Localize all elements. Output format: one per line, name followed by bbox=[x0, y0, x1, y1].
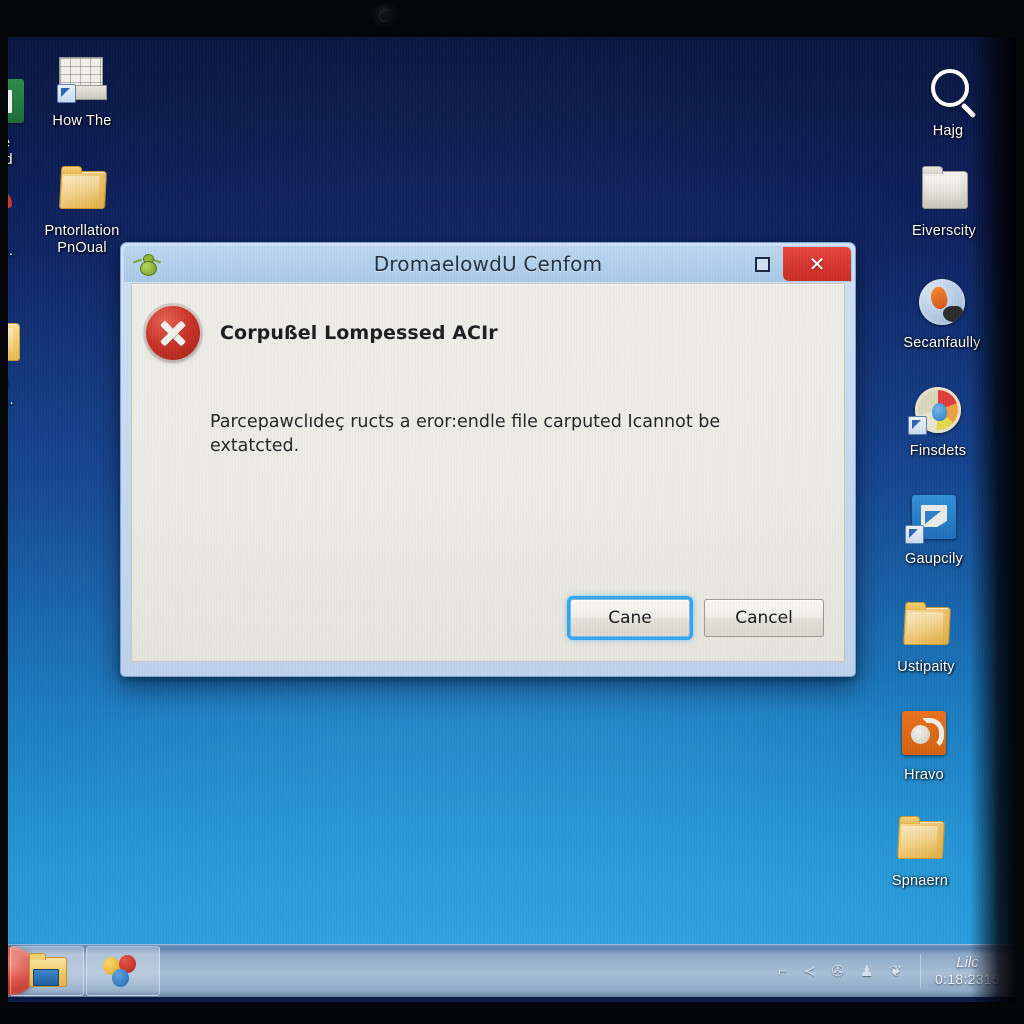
desktop-icon-label: onti iitlo... bbox=[8, 392, 14, 408]
desktop-icon-label: Finsdets bbox=[909, 443, 967, 459]
taskbar-item-balloons[interactable] bbox=[86, 946, 160, 996]
desktop-icon-hravo[interactable]: Hravo bbox=[872, 709, 976, 784]
desktop-icon-label: Gaupcily bbox=[904, 551, 963, 567]
search-icon bbox=[921, 65, 975, 117]
error-message: Parcepawclıdeç ructs a eror:endle file c… bbox=[210, 412, 721, 456]
desktop-icon-finsdets[interactable]: Finsdets bbox=[886, 385, 990, 460]
desktop-icon-hajg[interactable]: Hajg bbox=[896, 65, 1000, 140]
desktop-icon-label: How The bbox=[52, 113, 112, 129]
bottom-bezel bbox=[0, 1002, 1024, 1024]
desktop-icon-secanfaully[interactable]: Secanfaully bbox=[890, 277, 994, 352]
desktop-icon-eiverscity[interactable]: Eiverscity bbox=[892, 165, 996, 240]
desktop-icon-label: Eiverscity bbox=[911, 223, 977, 239]
desktop-icon-label: Hravo bbox=[904, 767, 944, 783]
green-document-icon bbox=[8, 77, 29, 129]
laptop-bezel: he ard Sit... onti iitlo... How The bbox=[0, 0, 1024, 1024]
cane-button[interactable]: Cane bbox=[570, 599, 690, 637]
desktop-icon-label: Spnaern bbox=[891, 873, 949, 889]
webcam-icon bbox=[372, 4, 398, 26]
desktop-icon-label: Pntorllation PnOual bbox=[44, 223, 120, 256]
folder-icon bbox=[899, 601, 953, 653]
folder-icon bbox=[8, 317, 23, 369]
desktop-wallpaper[interactable]: he ard Sit... onti iitlo... How The bbox=[8, 37, 1016, 945]
chevron-up-icon[interactable]: ≺ bbox=[803, 964, 816, 979]
folder-window-icon bbox=[29, 953, 67, 987]
system-tray[interactable]: ⌐ ≺ ✇ ♟ ❦ Lilc 0:18:2315 bbox=[778, 945, 1006, 997]
show-desktop-icon[interactable]: ⌐ bbox=[778, 964, 787, 979]
dialog-titlebar[interactable]: DromaelowdU Cenfom ✕ bbox=[124, 246, 852, 282]
network-icon[interactable]: ✇ bbox=[831, 964, 844, 979]
desktop-icon-gaupcily[interactable]: Gaupcily bbox=[882, 493, 986, 568]
folder-icon bbox=[893, 815, 947, 867]
error-dialog[interactable]: DromaelowdU Cenfom ✕ Corpußel Lompessed … bbox=[120, 242, 856, 677]
balloons-icon bbox=[103, 955, 143, 987]
dialog-body: Corpußel Lompessed АCIr Parcepawclıdeç r… bbox=[131, 283, 845, 662]
firefox-round-icon bbox=[915, 277, 969, 329]
desktop-icon-left-2[interactable]: onti iitlo... bbox=[8, 317, 48, 409]
volume-icon[interactable]: ❦ bbox=[889, 964, 902, 979]
bug-icon bbox=[132, 251, 162, 277]
restore-icon bbox=[754, 256, 770, 272]
folder-icon bbox=[55, 165, 109, 217]
blue-tile-shortcut-icon bbox=[905, 493, 961, 545]
close-button[interactable]: ✕ bbox=[783, 247, 851, 281]
paint-round-shortcut-icon bbox=[908, 385, 965, 437]
desktop-icon-label: Hajg bbox=[932, 123, 964, 139]
error-title: Corpußel Lompessed АCIr bbox=[220, 322, 498, 344]
clock-time: Lilc bbox=[956, 954, 979, 971]
window-buttons[interactable]: ✕ bbox=[741, 246, 852, 282]
taskbar-item-explorer[interactable] bbox=[10, 946, 84, 996]
desktop-icon-label: he ard bbox=[8, 135, 13, 168]
desktop-icon-label: Ustipaity bbox=[897, 659, 955, 675]
people-icon[interactable]: ♟ bbox=[860, 964, 873, 979]
restore-button[interactable] bbox=[741, 246, 783, 282]
error-header: Corpußel Lompessed АCIr bbox=[146, 306, 824, 360]
desktop-icon-ustipaity[interactable]: Ustipaity bbox=[874, 601, 978, 676]
desktop-icon-pntorllation[interactable]: Pntorllation PnOual bbox=[30, 165, 134, 257]
red-app-icon bbox=[8, 185, 25, 237]
desktop-icon-label: Secanfaully bbox=[903, 335, 981, 351]
laptop-screen: he ard Sit... onti iitlo... How The bbox=[8, 37, 1016, 1005]
desktop-icon-how-the[interactable]: How The bbox=[30, 55, 134, 130]
dialog-button-row: Cane Cancel bbox=[570, 599, 824, 637]
error-x-icon bbox=[146, 306, 200, 360]
orange-app-icon bbox=[897, 709, 951, 761]
folder-white-icon bbox=[917, 165, 971, 217]
clock-date: 0:18:2315 bbox=[935, 971, 1000, 987]
cancel-button[interactable]: Cancel bbox=[704, 599, 824, 637]
taskbar[interactable]: ⌐ ≺ ✇ ♟ ❦ Lilc 0:18:2315 bbox=[8, 944, 1016, 997]
taskbar-clock[interactable]: Lilc 0:18:2315 bbox=[920, 954, 1000, 988]
desktop-icon-spnaern[interactable]: Spnaern bbox=[868, 815, 972, 890]
spreadsheet-shortcut-icon bbox=[55, 55, 109, 107]
